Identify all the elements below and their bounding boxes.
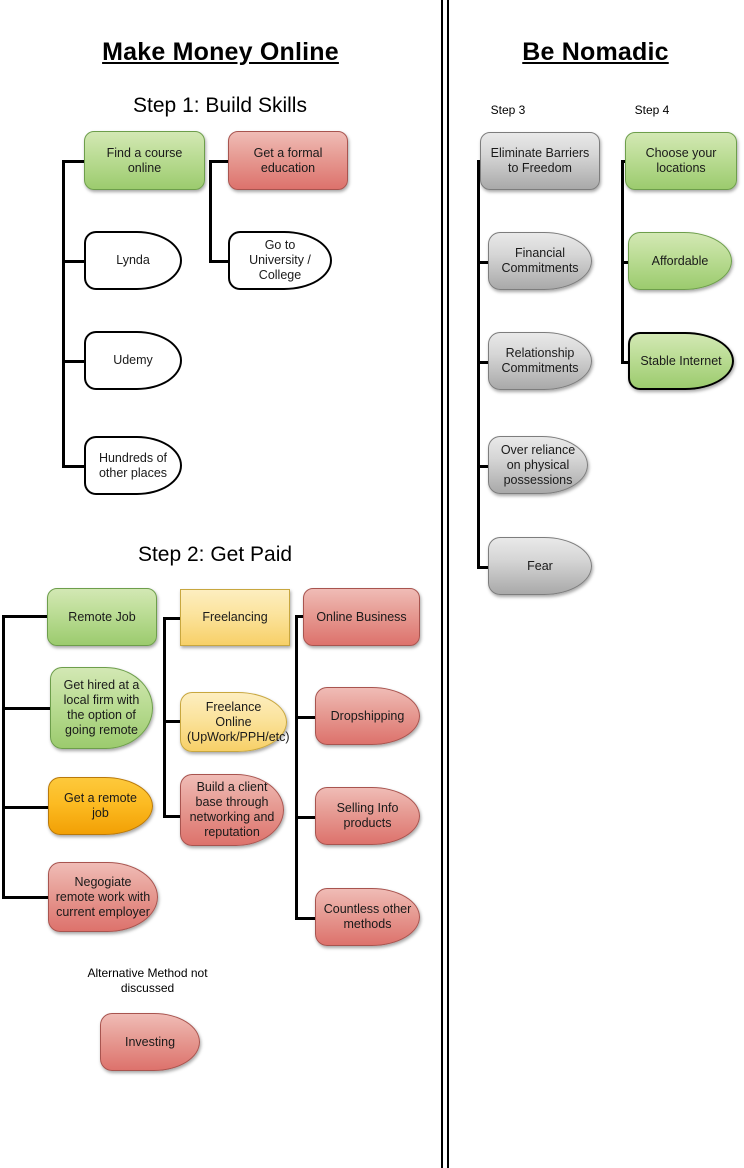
- node-build-a-client-base[interactable]: Build a client base through networking a…: [180, 774, 284, 846]
- node-choose-your-locations[interactable]: Choose your locations: [625, 132, 737, 190]
- node-countless-other-methods[interactable]: Countless other methods: [315, 888, 420, 946]
- connector-branch-hired-local: [2, 707, 52, 710]
- node-find-a-course-online[interactable]: Find a course online: [84, 131, 205, 190]
- connector-trunk-freelancing: [163, 617, 166, 817]
- node-remote-job[interactable]: Remote Job: [47, 588, 157, 646]
- node-negotiate-remote-work[interactable]: Negogiate remote work with current emplo…: [48, 862, 158, 932]
- node-get-a-remote-job[interactable]: Get a remote job: [48, 777, 153, 835]
- connector-branch-countless: [295, 917, 317, 920]
- step-title-3: Step 3: [490, 103, 526, 117]
- node-lynda[interactable]: Lynda: [84, 231, 182, 290]
- node-freelancing[interactable]: Freelancing: [180, 589, 290, 646]
- node-label: Get a remote job: [64, 791, 137, 820]
- node-eliminate-barriers-to-freedom[interactable]: Eliminate Barriers to Freedom: [480, 132, 600, 190]
- node-label: Investing: [124, 1034, 176, 1049]
- node-label: Lynda: [116, 253, 150, 267]
- node-label: Get a formal education: [253, 145, 323, 175]
- node-label: Negogiate remote work with current emplo…: [55, 874, 151, 919]
- node-hundreds-of-other-places[interactable]: Hundreds of other places: [84, 436, 182, 495]
- node-financial-commitments[interactable]: Financial Commitments: [488, 232, 592, 290]
- panel-divider-line-left: [441, 0, 443, 1168]
- step-title-4: Step 4: [634, 103, 670, 117]
- node-label: Udemy: [113, 353, 153, 367]
- node-over-reliance-on-physical-possessions[interactable]: Over reliance on physical possessions: [488, 436, 588, 494]
- diagram-canvas: Make Money Online Be Nomadic Step 1: Bui…: [0, 0, 744, 1168]
- panel-title-make-money-online: Make Money Online: [102, 38, 339, 66]
- node-label: Stable Internet: [640, 353, 722, 368]
- node-label: Get hired at a local firm with the optio…: [63, 678, 140, 737]
- node-label: Hundreds of other places: [98, 450, 168, 480]
- node-go-to-university-college[interactable]: Go to University / College: [228, 231, 332, 290]
- node-dropshipping[interactable]: Dropshipping: [315, 687, 420, 745]
- panel-title-be-nomadic: Be Nomadic: [522, 38, 669, 66]
- step-title-1: Step 1: Build Skills: [133, 94, 307, 117]
- node-label: Fear: [527, 558, 553, 573]
- node-relationship-commitments[interactable]: Relationship Commitments: [488, 332, 592, 390]
- step-title-2: Step 2: Get Paid: [137, 543, 293, 566]
- connector-branch-dropshipping: [295, 716, 317, 719]
- node-label: Dropshipping: [330, 708, 405, 723]
- alternative-method-note: Alternative Method not discussed: [87, 966, 208, 995]
- node-label: Countless other methods: [323, 902, 412, 931]
- node-fear[interactable]: Fear: [488, 537, 592, 595]
- node-label: Build a client base through networking a…: [189, 780, 275, 839]
- node-label: Over reliance on physical possessions: [500, 442, 576, 487]
- node-label: Affordable: [651, 253, 709, 268]
- connector-trunk-online-business: [295, 615, 298, 917]
- panel-divider-line-right: [447, 0, 449, 1168]
- node-label: Selling Info products: [336, 801, 399, 830]
- node-affordable[interactable]: Affordable: [628, 232, 732, 290]
- node-online-business[interactable]: Online Business: [303, 588, 420, 646]
- node-label: Remote Job: [68, 609, 136, 624]
- node-label: Freelance Online (UpWork/PPH/etc): [187, 699, 290, 744]
- node-label: Online Business: [316, 609, 407, 624]
- node-investing[interactable]: Investing: [100, 1013, 200, 1071]
- connector-branch-negotiate: [2, 896, 52, 899]
- node-get-hired-at-a-local-firm[interactable]: Get hired at a local firm with the optio…: [50, 667, 153, 749]
- connector-branch-selling-info: [295, 816, 317, 819]
- node-get-a-formal-education[interactable]: Get a formal education: [228, 131, 348, 190]
- connector-branch-get-remote-job: [2, 806, 52, 809]
- connector-trunk-find-course: [62, 160, 65, 468]
- connector-trunk-formal-education: [209, 160, 212, 263]
- connector-trunk-remote-job: [2, 615, 5, 898]
- node-label: Relationship Commitments: [501, 346, 579, 375]
- node-udemy[interactable]: Udemy: [84, 331, 182, 390]
- node-stable-internet[interactable]: Stable Internet: [628, 332, 734, 390]
- node-label: Freelancing: [202, 610, 268, 624]
- node-selling-info-products[interactable]: Selling Info products: [315, 787, 420, 845]
- node-label: Eliminate Barriers to Freedom: [490, 146, 590, 175]
- node-label: Find a course online: [106, 145, 183, 175]
- connector-branch-remote-job: [2, 615, 52, 618]
- node-label: Go to University / College: [249, 238, 311, 282]
- node-label: Financial Commitments: [501, 246, 579, 275]
- node-freelance-online[interactable]: Freelance Online (UpWork/PPH/etc): [180, 692, 290, 752]
- node-label: Choose your locations: [645, 146, 717, 175]
